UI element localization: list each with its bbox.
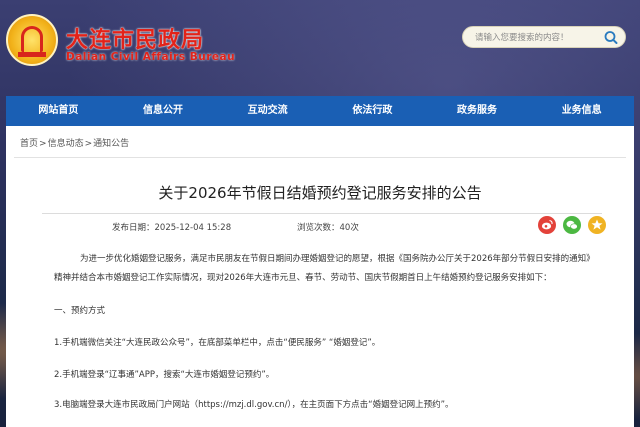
article-meta: 发布日期：2025-12-04 15:28 浏览次数：40次 [42, 213, 606, 239]
nav-item-business-info[interactable]: 业务信息 [529, 96, 634, 126]
divider [14, 157, 626, 158]
main-nav: 网站首页 信息公开 互动交流 依法行政 政务服务 业务信息 [6, 96, 634, 126]
site-subtitle: Dalian Civil Affairs Bureau [66, 51, 236, 63]
civil-affairs-emblem-icon[interactable] [6, 14, 58, 66]
article-title: 关于2026年节假日结婚预约登记服务安排的公告 [158, 184, 482, 202]
view-count: 浏览次数：40次 [297, 223, 359, 233]
nav-item-info-disclosure[interactable]: 信息公开 [111, 96, 216, 126]
article-paragraph-wechat: 1.手机端微信关注“大连民政公众号”，在底部菜单栏中，点击“便民服务” “婚姻登… [54, 338, 381, 348]
breadcrumb-separator: > [84, 139, 93, 149]
article-paragraph-app: 2.手机端登录“辽事通”APP，搜索“大连市婚姻登记预约”。 [54, 370, 275, 380]
site-header: 大连市民政局 Dalian Civil Affairs Bureau [0, 0, 640, 92]
search-box [462, 26, 626, 48]
nav-item-law-administration[interactable]: 依法行政 [320, 96, 425, 126]
content-panel: 首页>信息动态>通知公告 关于2026年节假日结婚预约登记服务安排的公告 发布日… [6, 126, 634, 427]
nav-item-interaction[interactable]: 互动交流 [215, 96, 320, 126]
nav-item-home[interactable]: 网站首页 [6, 96, 111, 126]
breadcrumb: 首页>信息动态>通知公告 [20, 136, 129, 149]
article-paragraph-intro: 为进一步优化婚姻登记服务，满足市民朋友在节假日期间办理婚姻登记的愿望，根据《国务… [54, 254, 591, 283]
publish-date: 发布日期：2025-12-04 15:28 [112, 223, 232, 233]
weibo-icon[interactable] [538, 216, 556, 234]
site-title: 大连市民政局 [66, 27, 205, 53]
breadcrumb-notices[interactable]: 通知公告 [93, 139, 129, 149]
favorite-icon[interactable] [588, 216, 606, 234]
nav-item-government-services[interactable]: 政务服务 [425, 96, 530, 126]
search-icon[interactable] [600, 29, 622, 46]
wechat-icon[interactable] [563, 216, 581, 234]
breadcrumb-separator: > [39, 139, 47, 149]
article-paragraph-website: 3.电脑端登录大连市民政局门户网站（https://mzj.dl.gov.cn/… [54, 400, 454, 410]
article-section-heading: 一、预约方式 [54, 306, 106, 316]
search-input[interactable] [475, 30, 595, 45]
breadcrumb-news[interactable]: 信息动态 [48, 139, 84, 149]
breadcrumb-home[interactable]: 首页 [20, 139, 38, 149]
